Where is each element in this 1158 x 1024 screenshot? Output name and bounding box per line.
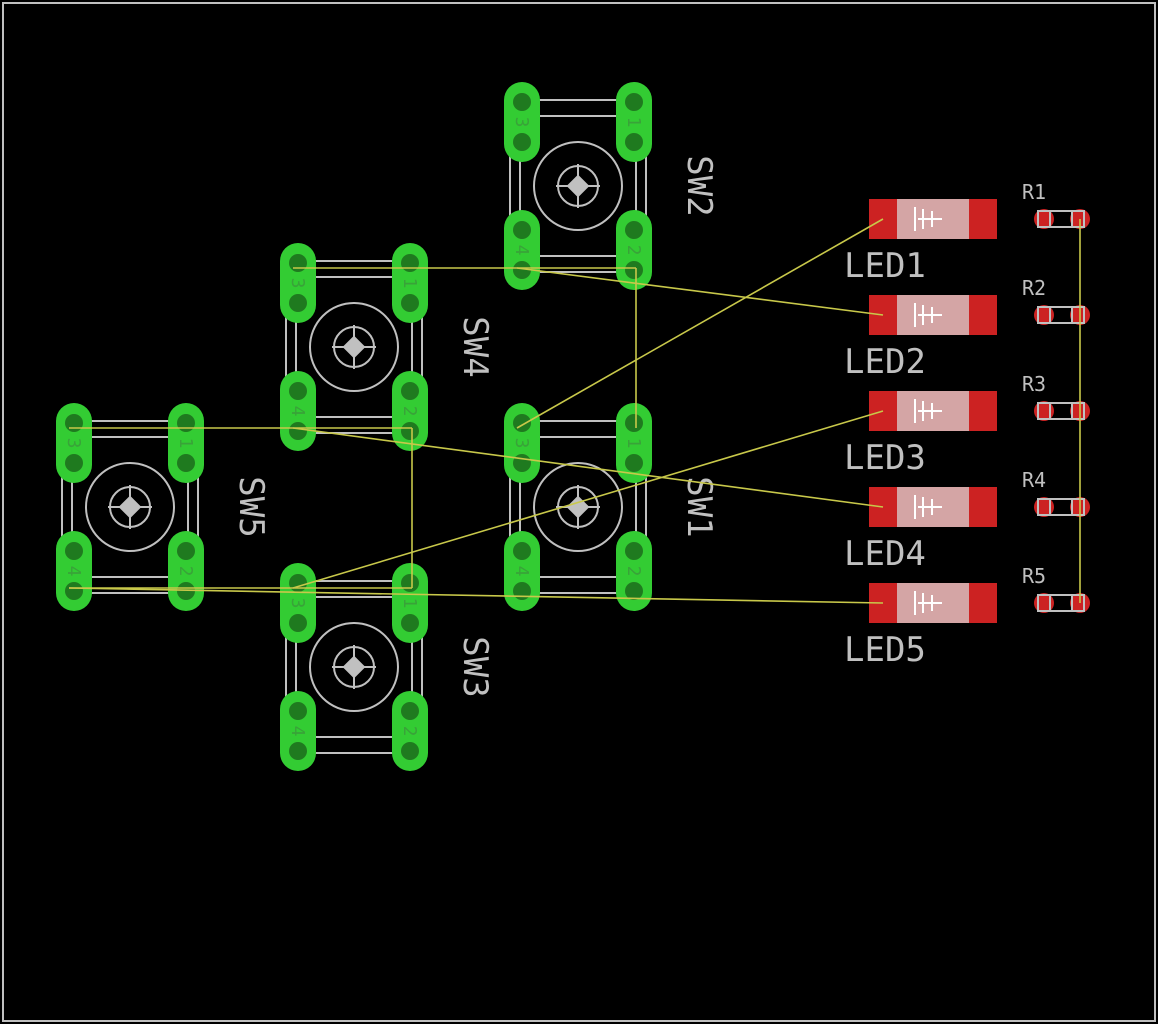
switch-pad-2[interactable]: 2 — [392, 691, 428, 771]
resistor-label: R3 — [1022, 372, 1046, 396]
switch-pad-3[interactable]: 3 — [280, 243, 316, 323]
switch-label: SW3 — [455, 636, 495, 697]
pin-number: 3 — [511, 117, 532, 128]
switch-pad-2[interactable]: 2 — [392, 371, 428, 451]
pin-number: 4 — [287, 406, 308, 417]
pin-number: 2 — [175, 566, 196, 577]
switch-pad-1[interactable]: 1 — [616, 82, 652, 162]
switch-pad-1[interactable]: 1 — [168, 403, 204, 483]
resistor-label: R5 — [1022, 564, 1046, 588]
resistor-label: R4 — [1022, 468, 1046, 492]
led-pad-cathode[interactable] — [969, 583, 997, 623]
pin-number: 1 — [175, 438, 196, 449]
led-pad-cathode[interactable] — [969, 487, 997, 527]
switch-pad-2[interactable]: 2 — [616, 210, 652, 290]
led-label: LED3 — [844, 438, 926, 478]
switch-pad-2[interactable]: 2 — [168, 531, 204, 611]
switch-label: SW1 — [679, 476, 719, 537]
led-pad-cathode[interactable] — [969, 295, 997, 335]
led-label: LED4 — [844, 534, 926, 574]
pin-number: 4 — [511, 245, 532, 256]
switch-pad-3[interactable]: 3 — [280, 563, 316, 643]
switch-label: SW2 — [679, 155, 719, 216]
pin-number: 2 — [623, 566, 644, 577]
led-label: LED5 — [844, 630, 926, 670]
pin-number: 4 — [63, 566, 84, 577]
pin-number: 1 — [399, 598, 420, 609]
led-label: LED1 — [844, 246, 926, 286]
pin-number: 3 — [287, 598, 308, 609]
led-pad-cathode[interactable] — [969, 391, 997, 431]
led-label: LED2 — [844, 342, 926, 382]
switch-label: SW5 — [231, 476, 271, 537]
pin-number: 3 — [63, 438, 84, 449]
pin-number: 2 — [399, 406, 420, 417]
switch-pad-1[interactable]: 1 — [392, 243, 428, 323]
pin-number: 2 — [399, 726, 420, 737]
switch-pad-3[interactable]: 3 — [504, 403, 540, 483]
pin-number: 4 — [511, 566, 532, 577]
switch-label: SW4 — [455, 316, 495, 377]
pin-number: 2 — [623, 245, 644, 256]
switch-pad-4[interactable]: 4 — [280, 691, 316, 771]
switch-pad-1[interactable]: 1 — [392, 563, 428, 643]
switch-pad-4[interactable]: 4 — [56, 531, 92, 611]
pin-number: 3 — [287, 278, 308, 289]
switch-pad-4[interactable]: 4 — [504, 210, 540, 290]
pin-number: 1 — [399, 278, 420, 289]
led-pad-cathode[interactable] — [969, 199, 997, 239]
pin-number: 3 — [511, 438, 532, 449]
switch-pad-1[interactable]: 1 — [616, 403, 652, 483]
switch-pad-3[interactable]: 3 — [504, 82, 540, 162]
pin-number: 1 — [623, 438, 644, 449]
resistor-label: R2 — [1022, 276, 1046, 300]
switch-pad-4[interactable]: 4 — [280, 371, 316, 451]
resistor-label: R1 — [1022, 180, 1046, 204]
pin-number: 1 — [623, 117, 644, 128]
switch-pad-4[interactable]: 4 — [504, 531, 540, 611]
switch-pad-3[interactable]: 3 — [56, 403, 92, 483]
pcb-board-view: 3 1 4 2 SW1 3 1 4 2 SW2 3 1 4 2 SW3 3 1 4 2 SW4 3 1 4 2 SW5 LED1 R… — [2, 2, 1156, 1022]
pin-number: 4 — [287, 726, 308, 737]
